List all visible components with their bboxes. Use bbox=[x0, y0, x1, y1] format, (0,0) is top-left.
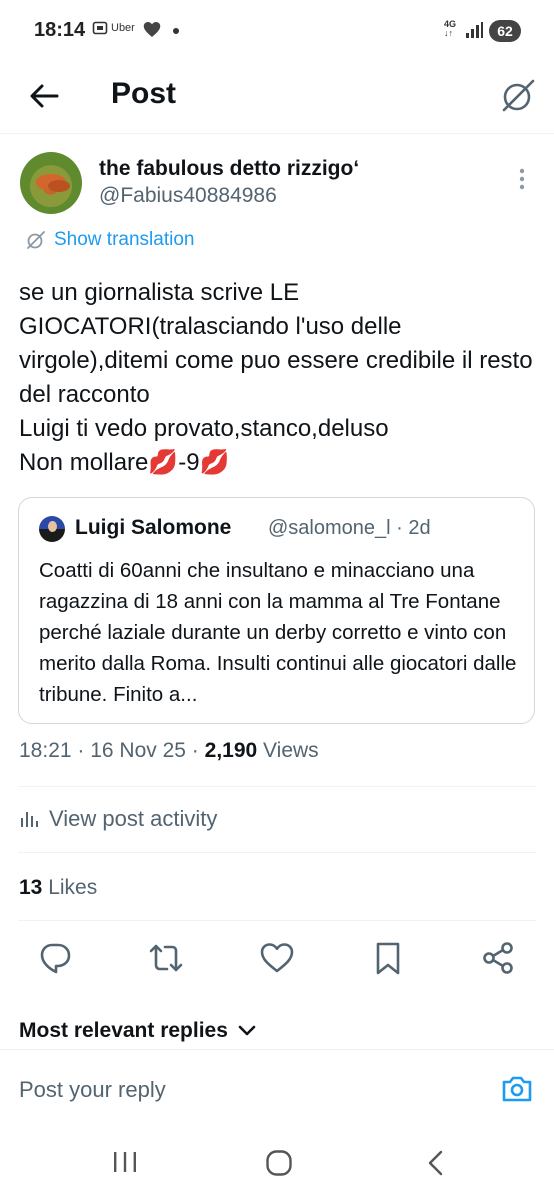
likes-label: Likes bbox=[48, 876, 98, 899]
grok-icon[interactable] bbox=[498, 76, 538, 116]
heart-icon bbox=[143, 22, 161, 37]
quote-author-name: Luigi Salomone bbox=[75, 516, 232, 539]
likes-count-button[interactable]: 13 Likes bbox=[19, 876, 97, 900]
author-handle[interactable]: @Fabius40884986 bbox=[99, 184, 277, 208]
page-title: Post bbox=[111, 77, 177, 110]
likes-count: 13 bbox=[19, 876, 43, 899]
avatar-fox-shape-2 bbox=[48, 180, 70, 192]
quote-text: Coatti di 60anni che insultano e minacci… bbox=[39, 559, 517, 706]
quote-avatar bbox=[39, 516, 65, 542]
status-bar: 18:14 Uber 4G ↓↑ 62 bbox=[0, 0, 554, 62]
views-label: Views bbox=[263, 739, 319, 762]
author-name[interactable]: the fabulous detto rizzigo‘ bbox=[99, 157, 359, 181]
network-type: 4G ↓↑ bbox=[444, 19, 457, 38]
views-count: 2,190 bbox=[204, 739, 258, 762]
camera-icon[interactable] bbox=[500, 1072, 534, 1106]
like-icon[interactable] bbox=[259, 940, 295, 976]
system-nav-bar bbox=[0, 1124, 554, 1200]
uber-notification: Uber bbox=[92, 20, 135, 36]
divider bbox=[18, 786, 536, 787]
signal-icon bbox=[466, 22, 483, 38]
quote-author-handle: @salomone_l · 2d bbox=[268, 517, 431, 539]
post-text: se un giornalista scrive LE GIOCATORI(tr… bbox=[19, 279, 533, 476]
divider bbox=[18, 852, 536, 853]
chevron-down-icon bbox=[238, 1025, 256, 1036]
author-avatar[interactable] bbox=[20, 152, 82, 214]
more-vertical-icon[interactable] bbox=[512, 166, 532, 194]
replies-sort-dropdown[interactable]: Most relevant replies bbox=[19, 1019, 256, 1043]
replies-sort-label: Most relevant replies bbox=[19, 1019, 228, 1042]
back-arrow-icon[interactable] bbox=[26, 78, 62, 114]
uber-icon bbox=[92, 21, 108, 35]
recents-icon[interactable] bbox=[110, 1149, 140, 1175]
reply-input[interactable]: Post your reply bbox=[19, 1077, 166, 1103]
uber-label: Uber bbox=[111, 22, 135, 34]
status-time: 18:14 bbox=[34, 19, 86, 41]
stats-icon bbox=[21, 812, 38, 827]
post-meta: 18:21 · 16 Nov 25 · 2,190 Views bbox=[19, 739, 319, 762]
show-translation-label: Show translation bbox=[54, 229, 195, 250]
home-icon[interactable] bbox=[265, 1149, 293, 1177]
notification-dot bbox=[173, 28, 179, 34]
view-post-activity-label: View post activity bbox=[49, 806, 218, 831]
back-icon[interactable] bbox=[425, 1149, 445, 1177]
divider bbox=[0, 1049, 554, 1050]
battery-level: 62 bbox=[489, 20, 521, 42]
app-header: Post bbox=[0, 62, 554, 134]
show-translation-button[interactable]: Show translation bbox=[25, 229, 194, 251]
quoted-post-card[interactable]: Luigi Salomone @salomone_l · 2d Coatti d… bbox=[18, 497, 535, 724]
divider bbox=[18, 920, 536, 921]
translate-icon bbox=[27, 231, 45, 249]
repost-icon[interactable] bbox=[148, 940, 184, 976]
view-post-activity-button[interactable]: View post activity bbox=[19, 806, 217, 832]
bookmark-icon[interactable] bbox=[370, 940, 406, 976]
reply-icon[interactable] bbox=[37, 940, 73, 976]
share-icon[interactable] bbox=[480, 940, 516, 976]
post-date: 16 Nov 25 bbox=[90, 739, 186, 762]
post-time: 18:21 bbox=[19, 739, 72, 762]
